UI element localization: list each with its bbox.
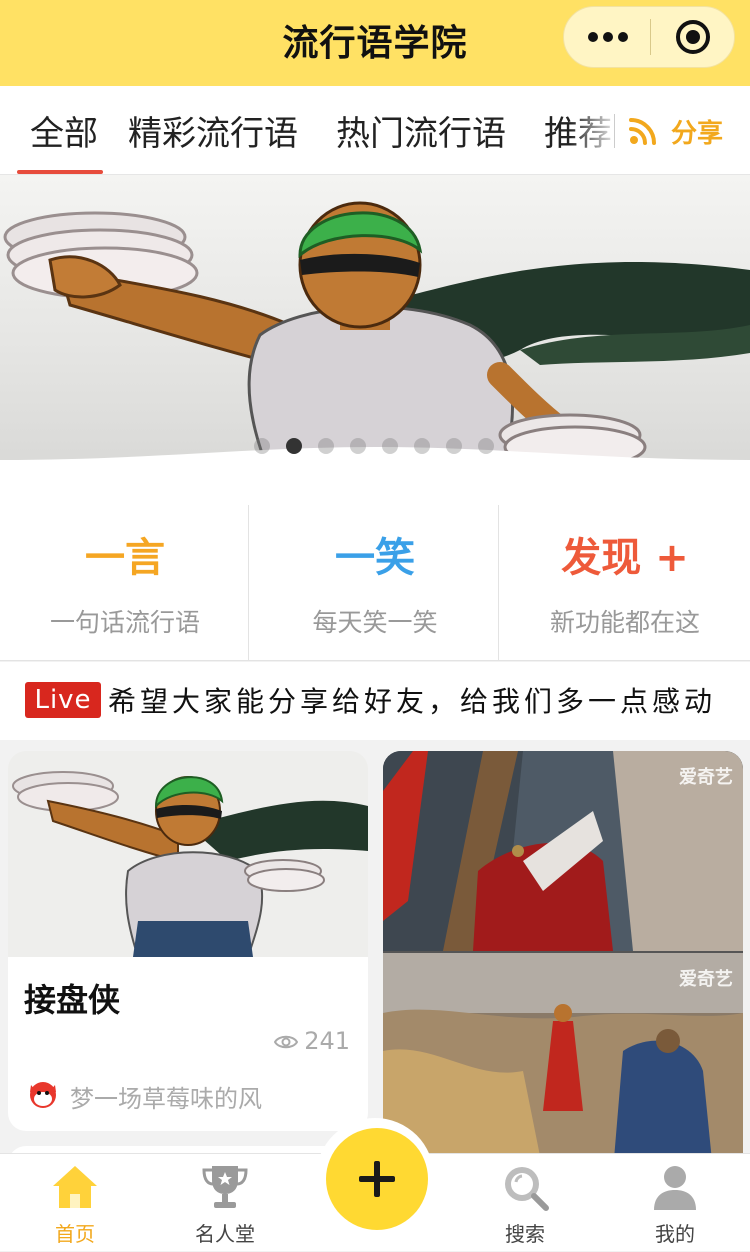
carousel-dot[interactable] <box>318 438 334 454</box>
feature-yixiao[interactable]: 一笑 每天笑一笑 <box>250 475 500 661</box>
feature-divider <box>498 505 499 661</box>
post-title: 接盘侠 <box>24 981 121 1019</box>
carousel-dot[interactable] <box>478 438 494 454</box>
nav-label: 搜索 <box>505 1222 545 1246</box>
more-menu-button[interactable] <box>586 23 630 51</box>
feature-subtitle: 一句话流行语 <box>49 608 200 637</box>
more-dot <box>618 32 628 42</box>
feature-discover[interactable]: 发现 + 新功能都在这 <box>500 475 750 661</box>
carousel-dot[interactable] <box>254 438 270 454</box>
post-thumbnail <box>8 751 368 957</box>
feature-title: 发现 + <box>561 535 689 581</box>
feature-divider <box>248 505 249 661</box>
live-announcement[interactable]: Live 希望大家能分享给好友，给我们多一点感动 <box>0 662 750 740</box>
close-target-icon[interactable] <box>676 20 710 54</box>
tabs-divider <box>614 114 615 148</box>
feature-subtitle: 每天笑一笑 <box>312 608 438 637</box>
nav-home[interactable]: 首页 <box>0 1154 150 1252</box>
view-count: 241 <box>274 1027 350 1055</box>
nav-search[interactable]: 搜索 <box>450 1154 600 1252</box>
iqiyi-watermark: 爱奇艺 <box>679 969 733 990</box>
nav-label: 首页 <box>55 1222 95 1246</box>
feature-title: 一言 <box>85 535 165 581</box>
post-illustration <box>8 751 368 957</box>
video-stills <box>383 751 743 1171</box>
top-header: 流行语学院 <box>0 0 750 86</box>
author-avatar <box>30 1082 56 1108</box>
nav-profile[interactable]: 我的 <box>600 1154 750 1252</box>
banner-carousel[interactable] <box>0 175 750 475</box>
post-card[interactable]: 接盘侠 241 梦一场草莓味的风 <box>8 751 368 1131</box>
miniprogram-capsule <box>563 6 735 68</box>
live-text: 希望大家能分享给好友，给我们多一点感动 <box>108 685 717 718</box>
view-count-value: 241 <box>304 1027 350 1055</box>
feature-title: 一笑 <box>335 535 415 581</box>
feature-yiyan[interactable]: 一言 一句话流行语 <box>0 475 250 661</box>
user-icon <box>654 1166 696 1210</box>
rss-icon <box>629 118 656 145</box>
active-tab-indicator <box>17 170 103 174</box>
feature-shortcuts: 一言 一句话流行语 一笑 每天笑一笑 发现 + 新功能都在这 <box>0 475 750 661</box>
nav-hall-of-fame[interactable]: 名人堂 <box>150 1154 300 1252</box>
tabs-fade <box>570 86 620 174</box>
plus-icon <box>374 1161 380 1197</box>
post-author[interactable]: 梦一场草莓味的风 <box>26 1077 262 1113</box>
more-dot <box>603 32 613 42</box>
banner-illustration <box>0 201 750 475</box>
carousel-dot-active[interactable] <box>286 438 302 454</box>
home-icon <box>53 1166 97 1208</box>
tab-hot[interactable]: 热门流行语 <box>336 106 506 155</box>
search-icon <box>505 1167 549 1211</box>
share-button[interactable]: 分享 <box>615 86 750 174</box>
post-card-video[interactable]: 爱奇艺 爱奇艺 <box>383 751 743 1171</box>
category-tabs: 全部 精彩流行语 热门流行语 推荐 分享 <box>0 86 750 175</box>
carousel-dot[interactable] <box>382 438 398 454</box>
eye-icon <box>274 1035 299 1049</box>
carousel-dot[interactable] <box>414 438 430 454</box>
iqiyi-watermark: 爱奇艺 <box>679 767 733 788</box>
add-post-button[interactable] <box>326 1128 428 1230</box>
nav-label: 我的 <box>655 1222 695 1246</box>
carousel-dot[interactable] <box>350 438 366 454</box>
feature-subtitle: 新功能都在这 <box>549 608 700 637</box>
trophy-icon <box>202 1166 248 1208</box>
more-dot <box>588 32 598 42</box>
tab-featured[interactable]: 精彩流行语 <box>128 106 298 155</box>
nav-label: 名人堂 <box>195 1222 255 1246</box>
share-label: 分享 <box>671 119 724 149</box>
carousel-dot[interactable] <box>446 438 462 454</box>
live-badge: Live <box>25 682 101 718</box>
tab-all[interactable]: 全部 <box>30 106 98 155</box>
author-name: 梦一场草莓味的风 <box>70 1085 262 1113</box>
capsule-divider <box>650 19 651 55</box>
